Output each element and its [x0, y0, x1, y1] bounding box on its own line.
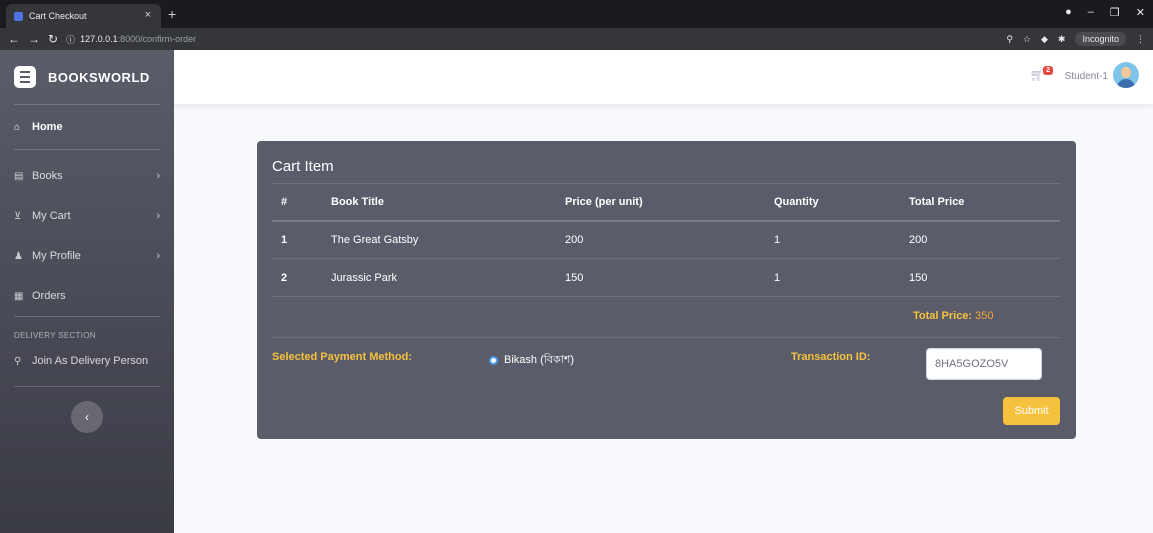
card-title: Cart Item — [272, 158, 334, 175]
quantity: 1 — [765, 258, 900, 297]
browser-actions: ⚲ ☆ ◆ ✱ Incognito ⋮ — [1006, 32, 1145, 46]
sidebar-item-join-delivery[interactable]: ⚲ Join As Delivery Person — [0, 348, 174, 374]
tab-title: Cart Checkout — [29, 11, 87, 21]
bicycle-icon: ⚲ — [14, 355, 22, 367]
transaction-id-field[interactable] — [926, 348, 1042, 380]
brand[interactable]: BOOKSWORLD — [0, 50, 174, 104]
sidebar-item-label: My Cart — [32, 210, 71, 222]
zoom-icon[interactable]: ⚲ — [1006, 34, 1013, 45]
total-price-value: 350 — [975, 310, 994, 322]
url-host: 127.0.0.1 — [80, 34, 118, 44]
sidebar: BOOKSWORLD ⌂ Home ▤ Books › ⊻ My Cart › … — [0, 50, 174, 533]
sidebar-item-label: Join As Delivery Person — [32, 355, 149, 367]
table-icon: ▦ — [14, 290, 24, 302]
sidebar-item-orders[interactable]: ▦ Orders — [0, 276, 174, 316]
radio-selected-icon — [489, 356, 498, 365]
avatar-body — [1117, 79, 1135, 88]
book-title: The Great Gatsby — [322, 220, 556, 259]
cart-icon: ⊻ — [14, 210, 22, 222]
transaction-id-label: Transaction ID: — [791, 351, 871, 363]
book-logo-icon — [14, 66, 36, 88]
incognito-badge[interactable]: Incognito — [1075, 32, 1126, 46]
column-header: Book Title — [322, 183, 556, 222]
quantity: 1 — [765, 220, 900, 259]
back-icon[interactable]: ← — [8, 32, 20, 46]
submit-button[interactable]: Submit — [1003, 397, 1060, 425]
sidebar-item-home[interactable]: ⌂ Home — [0, 105, 174, 149]
topbar: 🛒︎ 2 Student-1 — [174, 50, 1153, 104]
sidebar-item-my-profile[interactable]: ♟ My Profile › — [0, 236, 174, 276]
column-header: # — [272, 183, 322, 222]
sidebar-item-label: Home — [32, 121, 63, 133]
cart-table: # Book Title Price (per unit) Quantity T… — [272, 183, 1060, 297]
star-icon[interactable]: ☆ — [1023, 34, 1031, 45]
puzzle-icon[interactable]: ✱ — [1058, 34, 1066, 45]
column-header: Quantity — [765, 183, 900, 222]
user-icon: ♟ — [14, 250, 23, 262]
book-icon: ▤ — [14, 170, 24, 182]
sidebar-item-label: My Profile — [32, 250, 81, 262]
user-name[interactable]: Student-1 — [1065, 71, 1108, 82]
extension-icon[interactable]: ◆ — [1041, 34, 1048, 45]
chevron-right-icon: › — [156, 210, 160, 222]
browser-tabbar: Cart Checkout × + ● – ❐ ✕ — [0, 0, 1153, 28]
new-tab-icon[interactable]: + — [168, 6, 176, 22]
close-tab-icon[interactable]: × — [145, 9, 151, 21]
chevron-right-icon: › — [156, 170, 160, 182]
sidebar-divider — [14, 386, 160, 387]
payment-divider — [272, 337, 1060, 338]
avatar-head — [1121, 67, 1131, 78]
menu-icon[interactable]: ⋮ — [1136, 34, 1145, 45]
home-icon: ⌂ — [14, 121, 21, 133]
total-price: Total Price: 350 — [913, 310, 994, 322]
url-path: :8000/confirm-order — [117, 34, 197, 44]
column-header: Price (per unit) — [556, 183, 765, 222]
chevron-right-icon: › — [156, 250, 160, 262]
favicon-icon — [14, 11, 23, 21]
brand-name: BOOKSWORLD — [48, 69, 150, 85]
minimize-icon[interactable]: – — [1088, 6, 1094, 19]
chevron-left-icon: ‹ — [85, 410, 89, 424]
unit-price: 150 — [556, 258, 765, 297]
payment-method-label: Selected Payment Method: — [272, 351, 412, 363]
close-window-icon[interactable]: ✕ — [1136, 6, 1145, 19]
info-icon: ⓘ — [66, 34, 76, 45]
payment-method-name: Bikash (বিকাশ) — [504, 354, 575, 366]
forward-icon[interactable]: → — [28, 32, 40, 46]
sidebar-section-heading: DELIVERY SECTION — [14, 331, 96, 340]
sidebar-item-label: Books — [32, 170, 63, 182]
total-price-label: Total Price: — [913, 310, 973, 322]
browser-tab[interactable]: Cart Checkout × — [6, 4, 161, 28]
row-number: 1 — [272, 220, 322, 259]
url-field[interactable]: ⓘ 127.0.0.1 :8000/confirm-order — [66, 33, 196, 46]
sidebar-item-label: Orders — [32, 290, 66, 302]
reload-icon[interactable]: ↻ — [48, 32, 58, 46]
row-total: 150 — [900, 258, 1060, 297]
table-row: 1 The Great Gatsby 200 1 200 — [272, 220, 1060, 259]
column-header: Total Price — [900, 183, 1060, 222]
table-header-row: # Book Title Price (per unit) Quantity T… — [272, 183, 1060, 222]
unit-price: 200 — [556, 220, 765, 259]
book-title: Jurassic Park — [322, 258, 556, 297]
browser-addressbar: ← → ↻ ⓘ 127.0.0.1 :8000/confirm-order ⚲ … — [0, 28, 1153, 50]
payment-method-radio[interactable]: Bikash (বিকাশ) — [489, 351, 574, 370]
cart-card: Cart Item # Book Title Price (per unit) … — [257, 141, 1076, 439]
maximize-icon[interactable]: ❐ — [1110, 6, 1120, 19]
sidebar-divider — [14, 149, 160, 150]
sidebar-toggle-button[interactable]: ‹ — [71, 401, 103, 433]
row-number: 2 — [272, 258, 322, 297]
record-icon[interactable]: ● — [1065, 6, 1072, 19]
avatar[interactable] — [1113, 62, 1139, 88]
sidebar-item-my-cart[interactable]: ⊻ My Cart › — [0, 196, 174, 236]
sidebar-item-books[interactable]: ▤ Books › — [0, 156, 174, 196]
row-total: 200 — [900, 220, 1060, 259]
window-controls: ● – ❐ ✕ — [1065, 6, 1145, 19]
table-row: 2 Jurassic Park 150 1 150 — [272, 258, 1060, 297]
cart-count-badge: 2 — [1043, 66, 1053, 75]
